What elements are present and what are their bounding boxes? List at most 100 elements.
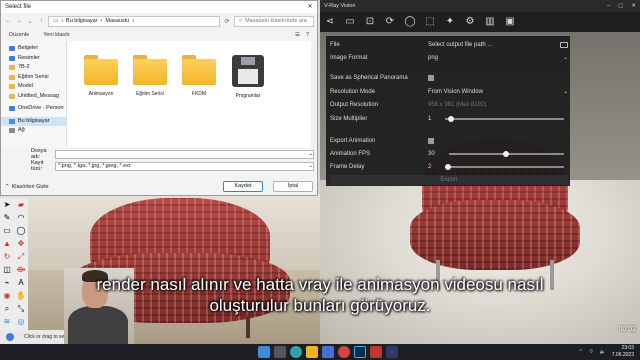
- explorer-icon[interactable]: [306, 346, 318, 358]
- select-tool-icon[interactable]: ➤: [0, 198, 14, 211]
- file-item[interactable]: Animasyon: [81, 55, 121, 97]
- circle-icon[interactable]: ◯: [404, 16, 416, 28]
- minimize-icon[interactable]: –: [607, 0, 610, 12]
- store-icon[interactable]: [322, 346, 334, 358]
- walk-tool-icon[interactable]: ≋: [0, 315, 14, 328]
- camera-icon[interactable]: ▭: [344, 16, 356, 28]
- nav-item[interactable]: Resimler: [1, 54, 66, 64]
- output-resolution-row: Output Resolution 958 x 981 (Max 8192): [330, 101, 487, 108]
- close-icon[interactable]: ✕: [631, 0, 636, 12]
- spherical-checkbox[interactable]: [428, 74, 434, 81]
- nav-item[interactable]: Eğitim Serisi: [1, 73, 66, 83]
- address-bar[interactable]: ▭ › Bu bilgisayar › Masaüstü ›: [48, 15, 220, 27]
- lock-camera-icon[interactable]: ⊡: [364, 16, 376, 28]
- filename-label: Dosya adı:: [31, 148, 47, 160]
- filename-input[interactable]: ⌄: [55, 149, 314, 159]
- resolution-mode-row[interactable]: Resolution Mode From Vision Window ⌄: [330, 86, 568, 97]
- breadcrumb-pc[interactable]: Bu bilgisayar: [66, 18, 98, 24]
- clock[interactable]: 23:03 7.06.2023: [612, 345, 634, 358]
- network-icon[interactable]: ⌔: [589, 349, 594, 355]
- scrollbar[interactable]: [311, 41, 317, 147]
- folder-icon: [9, 84, 15, 90]
- edge-icon[interactable]: [290, 346, 302, 358]
- circle-tool-icon[interactable]: ◯: [14, 224, 28, 237]
- file-item[interactable]: Programlar: [228, 55, 268, 99]
- search-input[interactable]: ⌕ Masaüstü klasöründe ara: [234, 15, 314, 27]
- forward-icon[interactable]: →: [15, 18, 23, 24]
- nav-item[interactable]: OneDrive - Person: [1, 104, 66, 114]
- refresh-icon[interactable]: ⟳: [384, 16, 396, 28]
- stats-icon[interactable]: ▥: [484, 16, 496, 28]
- export-animation-row[interactable]: Export Animation: [330, 135, 568, 146]
- chevron-up-icon[interactable]: ⌃: [579, 349, 583, 355]
- share-icon[interactable]: ⋖: [324, 16, 336, 28]
- settings-icon[interactable]: ⚙: [464, 16, 476, 28]
- browse-folder-icon[interactable]: [560, 41, 568, 48]
- frame-delay-slider[interactable]: [444, 163, 564, 170]
- organize-menu[interactable]: Düzenle: [9, 32, 29, 38]
- system-tray: ⌃ ⌔ 🔈 23:03 7.06.2023: [579, 345, 634, 358]
- new-folder-button[interactable]: Yeni klasör: [43, 32, 70, 38]
- vray-icon[interactable]: [386, 346, 398, 358]
- screen: V-Ray Vision – ▢ ✕ ⋖ ▭ ⊡ ⟳ ◯ ⬚ ✦ ⚙ ▥ ▣ F…: [0, 0, 640, 360]
- vray-title: V-Ray Vision: [324, 3, 356, 9]
- animation-fps-row[interactable]: Animation FPS 30: [330, 148, 568, 159]
- export-button[interactable]: Export: [330, 175, 568, 185]
- frame-delay-value: 2: [428, 163, 432, 170]
- nav-item[interactable]: Untitled_Messag: [1, 92, 66, 102]
- search-icon[interactable]: [274, 346, 286, 358]
- breadcrumb-desktop[interactable]: Masaüstü: [105, 18, 129, 24]
- hide-folders-toggle[interactable]: ⌃ Klasörleri Gizle: [5, 184, 49, 190]
- save-button[interactable]: Kaydet: [223, 181, 263, 192]
- volume-icon[interactable]: 🔈: [600, 349, 606, 355]
- chevron-down-icon: ⌄: [562, 89, 568, 95]
- view-options-icon[interactable]: ☰: [295, 32, 300, 38]
- nav-item-selected[interactable]: Bu bilgisayar: [1, 116, 66, 126]
- size-multiplier-row[interactable]: Size Multiplier 1: [330, 113, 568, 124]
- dialog-body: Belgeler Resimler 7B-2 Eğitim Serisi Mod…: [1, 41, 317, 147]
- look-around-icon[interactable]: ◎: [14, 315, 28, 328]
- dialog-buttons: ⌃ Klasörleri Gizle Kaydet İptal: [1, 181, 317, 192]
- refresh-icon[interactable]: ⟳: [223, 18, 231, 25]
- close-icon[interactable]: ✕: [303, 1, 317, 13]
- nav-item[interactable]: Belgeler: [1, 44, 66, 54]
- move-tool-icon[interactable]: ✥: [14, 237, 28, 250]
- filetype-row: Kayıt türü: *.png, *.tga, *.jpg, *.jpeg,…: [1, 160, 317, 172]
- scale-tool-icon[interactable]: ⤢: [14, 250, 28, 263]
- maximize-icon[interactable]: ▢: [618, 0, 623, 12]
- back-icon[interactable]: ←: [4, 18, 12, 24]
- folder-icon: [133, 55, 167, 85]
- push-pull-tool-icon[interactable]: ▲: [0, 237, 14, 250]
- size-multiplier-slider[interactable]: [445, 115, 564, 122]
- file-item[interactable]: Eğitim Serisi: [130, 55, 170, 97]
- file-row[interactable]: File Select output file path ...: [330, 39, 568, 50]
- photoshop-icon[interactable]: [354, 346, 366, 358]
- eraser-tool-icon[interactable]: ▰: [14, 198, 28, 211]
- frame-delay-row[interactable]: Frame Delay 2: [330, 161, 568, 172]
- sketchup-icon[interactable]: [370, 346, 382, 358]
- rectangle-tool-icon[interactable]: ▭: [0, 224, 14, 237]
- up-icon[interactable]: ↑: [37, 18, 45, 24]
- filetype-select[interactable]: *.png, *.tga, *.jpg, *.jpeg, *.exr ⌄: [55, 161, 314, 171]
- spherical-row[interactable]: Save as Spherical Panorama: [330, 72, 568, 83]
- save-icon[interactable]: ▣: [504, 16, 516, 28]
- region-icon[interactable]: ⬚: [424, 16, 436, 28]
- nav-item[interactable]: Model: [1, 82, 66, 92]
- image-format-value: png: [428, 54, 439, 61]
- nav-item[interactable]: 7B-2: [1, 63, 66, 73]
- pc-icon: ▭: [53, 18, 59, 24]
- chrome-icon[interactable]: [338, 346, 350, 358]
- chevron-down-icon[interactable]: ⌄: [26, 18, 34, 25]
- export-animation-checkbox[interactable]: [428, 137, 434, 144]
- file-item[interactable]: FKDM: [179, 55, 219, 97]
- nav-item[interactable]: Ağ: [1, 126, 66, 136]
- pencil-tool-icon[interactable]: ✎: [0, 211, 14, 224]
- arc-tool-icon[interactable]: ◠: [14, 211, 28, 224]
- wand-icon[interactable]: ✦: [444, 16, 456, 28]
- help-icon[interactable]: ?: [306, 32, 309, 38]
- cancel-button[interactable]: İptal: [273, 181, 313, 192]
- image-format-row[interactable]: Image Format png ⌄: [330, 52, 568, 63]
- rotate-tool-icon[interactable]: ↻: [0, 250, 14, 263]
- fps-slider[interactable]: [448, 150, 564, 157]
- windows-icon[interactable]: [258, 346, 270, 358]
